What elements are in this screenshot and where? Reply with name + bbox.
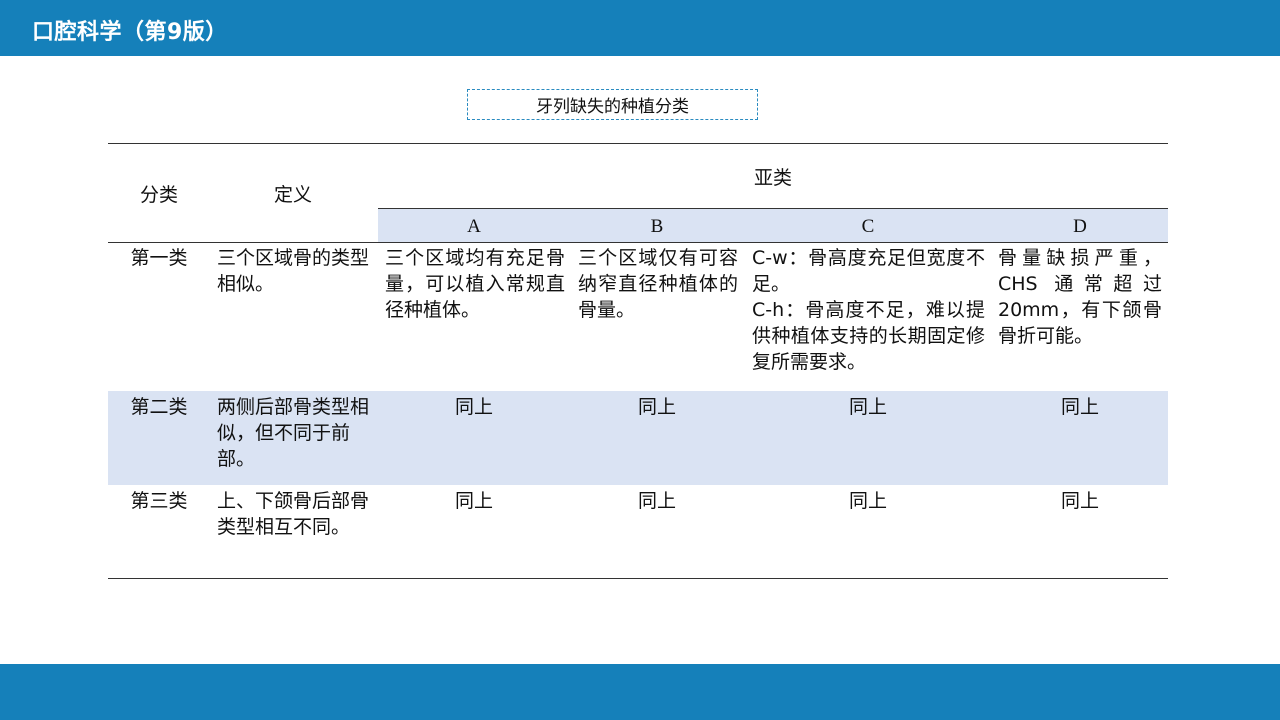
cell-sub-b: 三个区域仅有可容纳窄直径种植体的骨量。 [578,247,738,321]
header-bar: 口腔科学（第9版） [0,0,1280,56]
header-sub-a: A [467,216,481,237]
row-definition: 上、下颌骨后部骨类型相互不同。 [217,490,370,538]
row-definition: 三个区域骨的类型相似。 [217,247,370,295]
table-bottom-rule [108,578,1168,579]
cell-sub-b: 同上 [637,396,676,418]
cell-sub-a: 同上 [454,396,493,418]
cell-sub-c-height: C-h：骨高度不足，难以提供种植体支持的长期固定修复所需要求。 [752,299,985,373]
header-sub-b: B [650,216,664,237]
cell-sub-a: 三个区域均有充足骨量，可以植入常规直径种植体。 [385,247,565,321]
page-title: 口腔科学（第9版） [32,20,228,45]
table-top-rule [108,143,1168,144]
cell-sub-b: 同上 [637,490,676,512]
cell-sub-c: 同上 [848,396,887,418]
row-definition: 两侧后部骨类型相似，但不同于前部。 [217,396,370,470]
footer-bar [0,664,1280,720]
cell-sub-c: 同上 [848,490,887,512]
cell-sub-d: 同上 [1060,490,1099,512]
cell-sub-c-width: C-w：骨高度充足但宽度不足。 [752,247,985,295]
row-category: 第三类 [130,490,188,512]
cell-sub-a: 同上 [454,490,493,512]
cell-sub-d: 同上 [1060,396,1099,418]
header-definition: 定义 [273,184,312,206]
header-category: 分类 [139,184,178,206]
row-category: 第二类 [130,396,188,418]
row-category: 第一类 [130,247,188,269]
table-caption: 牙列缺失的种植分类 [467,89,758,120]
header-sub-c: C [861,216,875,237]
cell-sub-d: 骨量缺损严重，CHS 通常超过20mm，有下颌骨骨折可能。 [998,247,1162,347]
table-header-rule [108,242,1168,243]
header-subclass: 亚类 [753,167,792,189]
header-sub-d: D [1073,216,1087,237]
